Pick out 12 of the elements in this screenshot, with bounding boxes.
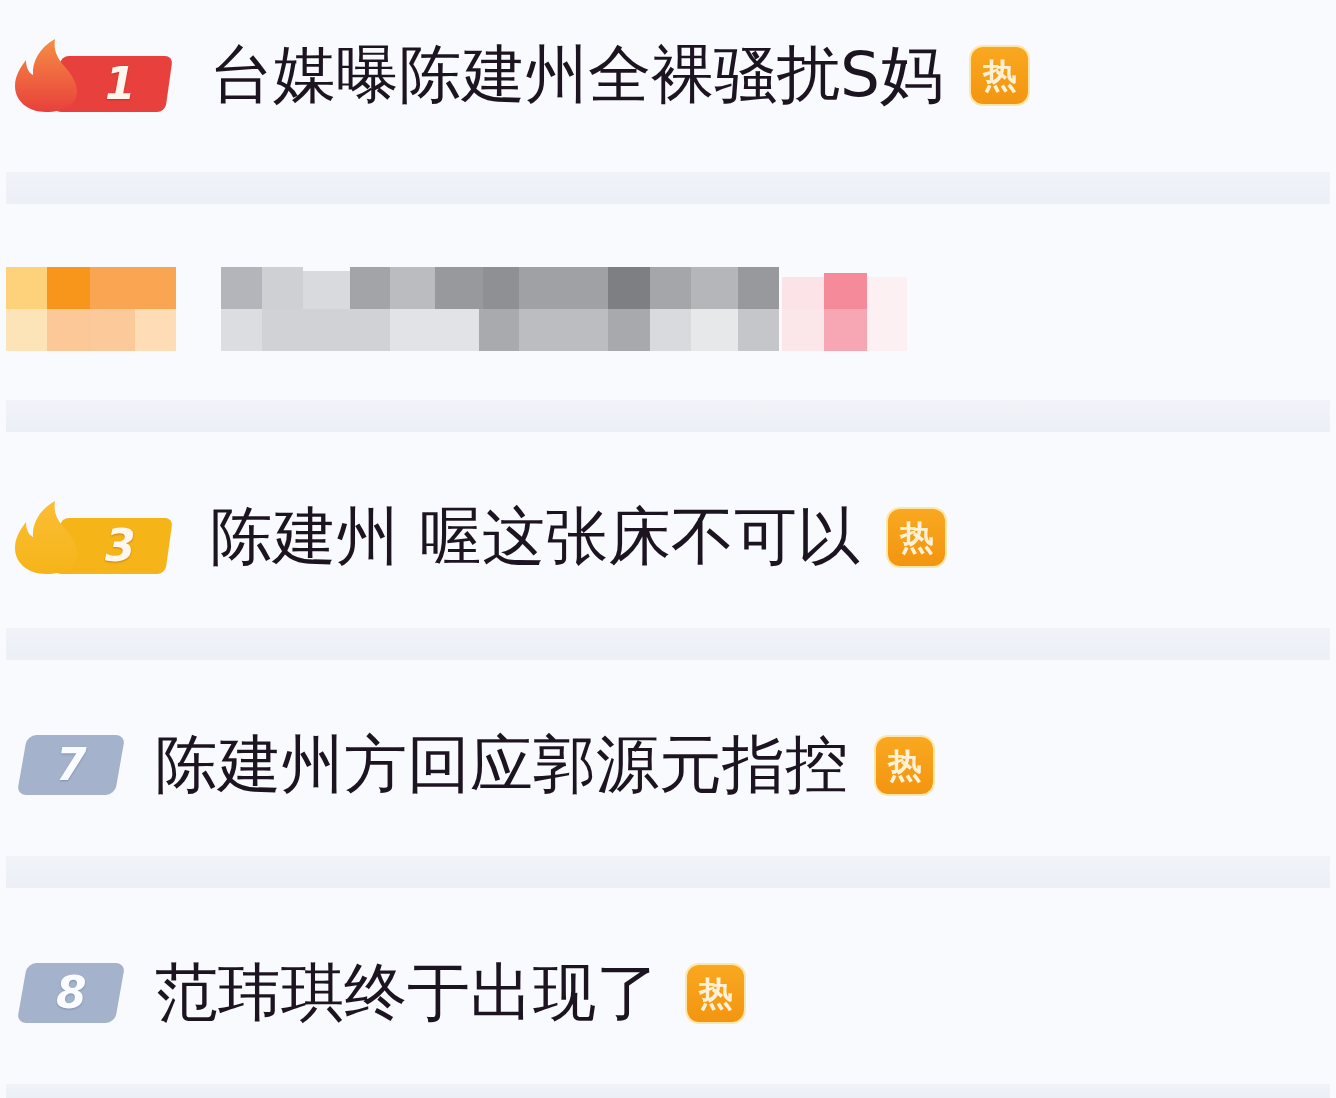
topic-title[interactable]: 范玮琪终于出现了 [155, 955, 659, 1031]
topic-title[interactable]: 台媒曝陈建州全裸骚扰S妈 [210, 37, 943, 113]
topic-title[interactable]: 陈建州方回应郭源元指控 [155, 727, 848, 803]
hot-badge: 热 [687, 964, 744, 1022]
hot-badge: 热 [876, 736, 933, 794]
rank-badge: 8 [16, 963, 126, 1023]
topic-title[interactable]: 陈建州 喔这张床不可以 [210, 499, 861, 575]
hot-badge: 热 [971, 46, 1028, 104]
flame-icon [15, 38, 77, 112]
hot-badge: 热 [888, 508, 946, 566]
flame-icon [15, 500, 77, 574]
rank-badge: 7 [16, 735, 126, 795]
